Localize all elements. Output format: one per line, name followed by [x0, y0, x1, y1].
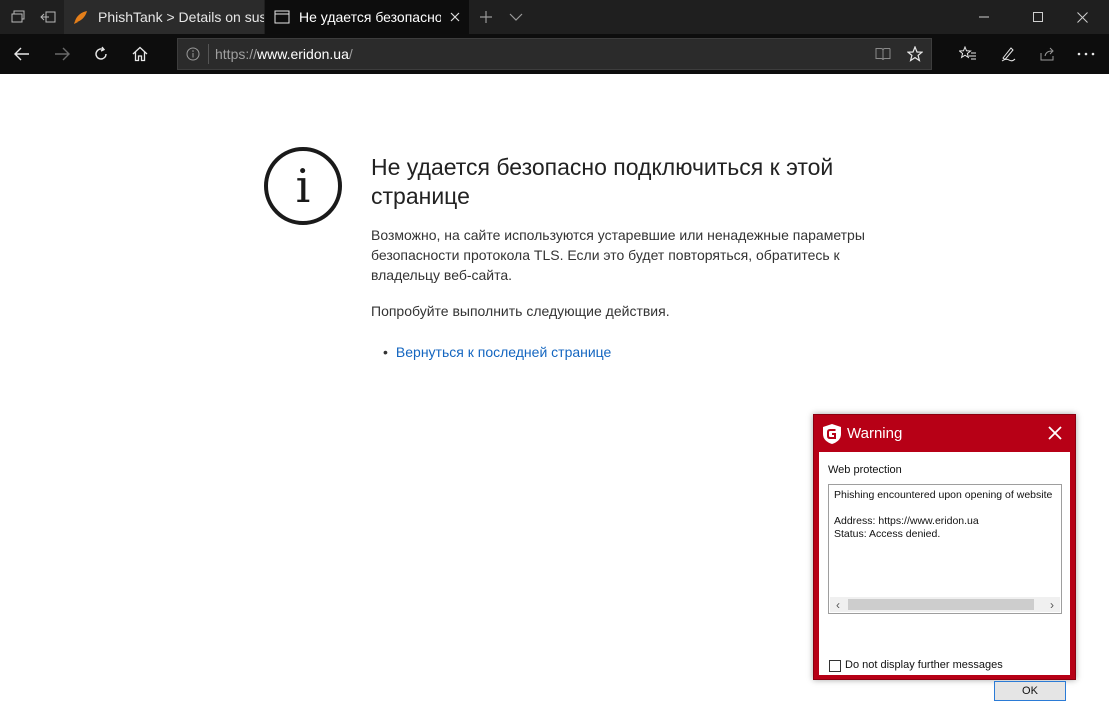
minimize-icon[interactable] — [957, 0, 1011, 34]
ok-button[interactable]: OK — [994, 681, 1066, 701]
title-bar: PhishTank > Details on susp Не удается б… — [0, 0, 1109, 34]
refresh-icon[interactable] — [81, 34, 121, 74]
horizontal-scrollbar[interactable]: ‹ › — [830, 597, 1060, 612]
message-line: Status: Access denied. — [834, 528, 941, 540]
tab-error-page[interactable]: Не удается безопасно г — [265, 0, 469, 34]
navigation-bar: https://www.eridon.ua/ — [0, 34, 1109, 74]
do-not-display-checkbox[interactable] — [829, 660, 841, 672]
list-item: • Вернуться к последней странице — [383, 342, 611, 362]
page-title: Не удается безопасно подключиться к этой… — [371, 154, 834, 209]
go-back-link[interactable]: Вернуться к последней странице — [396, 342, 611, 362]
tab-phishtank[interactable]: PhishTank > Details on susp — [64, 0, 264, 34]
close-icon[interactable] — [1043, 421, 1067, 445]
address-bar[interactable]: https://www.eridon.ua/ — [177, 38, 932, 70]
dialog-title: Warning — [847, 425, 903, 442]
gdata-shield-logo-icon — [823, 424, 841, 444]
tab-title: PhishTank > Details on susp — [98, 9, 264, 25]
warning-dialog: Warning Web protection Phishing encounte… — [813, 414, 1076, 701]
reading-view-icon[interactable] — [867, 47, 899, 61]
tab-title: Не удается безопасно г — [299, 9, 441, 25]
url-host: www.eridon.ua — [257, 46, 349, 62]
favorite-star-icon[interactable] — [899, 46, 931, 62]
favorites-hub-icon[interactable] — [948, 34, 988, 74]
forward-arrow-icon[interactable] — [42, 34, 82, 74]
phishtank-fish-icon — [64, 9, 98, 25]
more-options-icon[interactable] — [1066, 34, 1106, 74]
message-line: Phishing encountered upon opening of web… — [834, 489, 1053, 501]
scroll-right-icon[interactable]: › — [1044, 597, 1060, 612]
home-icon[interactable] — [120, 34, 160, 74]
scroll-thumb[interactable] — [848, 599, 1034, 610]
suggestions-heading: Попробуйте выполнить следующие действия. — [371, 303, 670, 319]
error-description: Возможно, на сайте используются устаревш… — [371, 227, 865, 283]
set-tabs-aside-icon[interactable] — [32, 0, 64, 34]
back-arrow-icon[interactable] — [2, 34, 42, 74]
new-tab-icon[interactable] — [470, 0, 502, 34]
page-icon — [265, 10, 299, 24]
tab-preview-icon[interactable] — [2, 0, 34, 34]
info-icon[interactable] — [178, 47, 208, 61]
dialog-body: Web protection Phishing encountered upon… — [819, 452, 1070, 701]
section-label: Web protection — [828, 464, 902, 476]
info-circle-icon: i — [264, 147, 342, 225]
checkbox-label[interactable]: Do not display further messages — [845, 659, 1003, 671]
bullet: • — [383, 344, 388, 360]
message-line: Address: https://www.eridon.ua — [834, 515, 979, 527]
message-box[interactable]: Phishing encountered upon opening of web… — [828, 484, 1062, 614]
dialog-header: Warning — [814, 415, 1075, 452]
divider — [208, 44, 209, 64]
close-window-icon[interactable] — [1055, 0, 1109, 34]
url-text[interactable]: https://www.eridon.ua/ — [215, 46, 867, 62]
url-path: / — [348, 46, 353, 62]
chevron-down-icon[interactable] — [500, 0, 532, 34]
share-icon[interactable] — [1028, 34, 1068, 74]
scroll-left-icon[interactable]: ‹ — [830, 597, 846, 612]
web-note-pen-icon[interactable] — [988, 34, 1028, 74]
url-scheme: https:// — [215, 46, 258, 62]
tab-close-icon[interactable] — [441, 12, 469, 22]
